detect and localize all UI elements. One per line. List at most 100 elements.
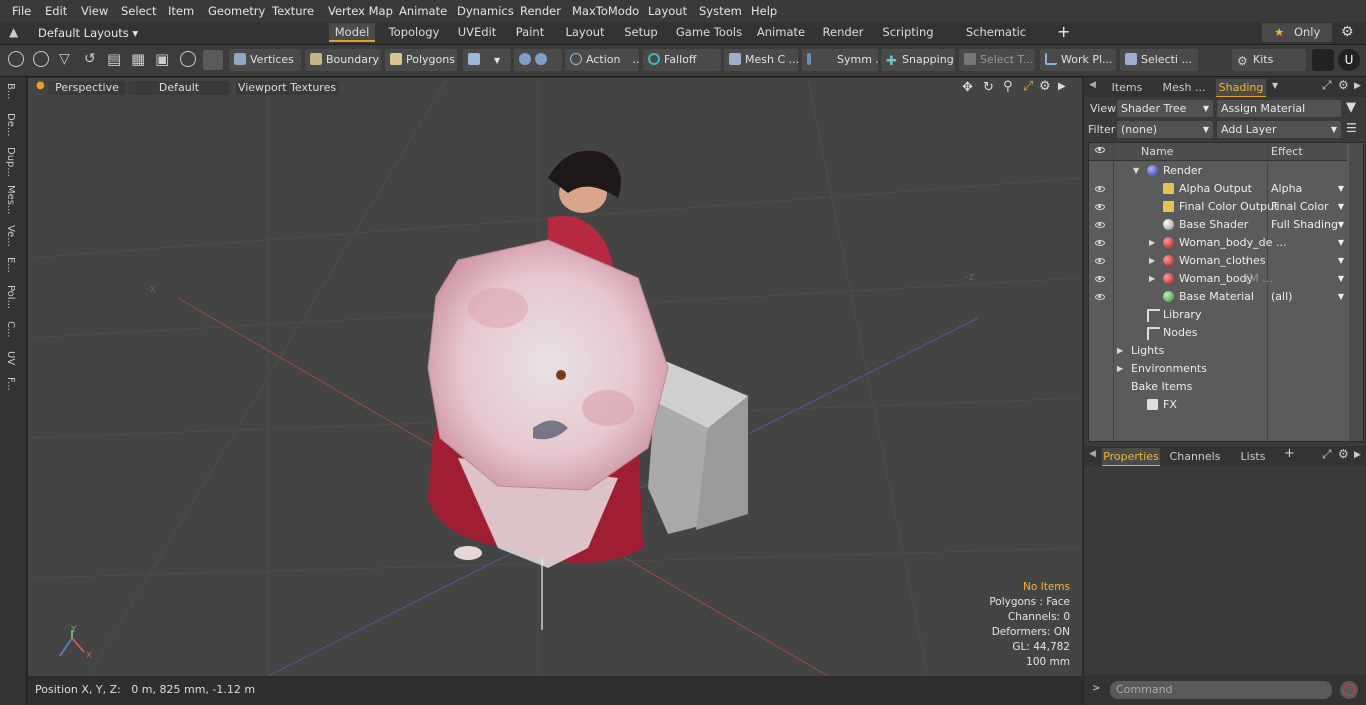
- effect-dropdown-icon[interactable]: ▼: [1338, 198, 1344, 216]
- tab-items[interactable]: Items: [1104, 79, 1150, 96]
- unreal-icon[interactable]: U: [1338, 49, 1360, 71]
- zoom-icon[interactable]: ⚲: [1003, 79, 1013, 94]
- effect-dropdown-icon[interactable]: ▼: [1338, 234, 1344, 252]
- lasso-icon[interactable]: ↺: [84, 51, 96, 67]
- visibility-eye-icon[interactable]: [1095, 240, 1105, 246]
- left-tab-duplicate[interactable]: Dup...: [5, 147, 16, 177]
- shader-item-effect[interactable]: Full Shading: [1271, 216, 1338, 234]
- menu-view[interactable]: View: [81, 4, 108, 18]
- item-mode-icon[interactable]: [203, 50, 223, 70]
- visibility-eye-icon[interactable]: [1095, 222, 1105, 228]
- orbit-icon[interactable]: ↻: [983, 80, 994, 95]
- collapse-icon[interactable]: ▲: [9, 25, 18, 39]
- effect-dropdown-icon[interactable]: ▼: [1338, 216, 1344, 234]
- perspective-button[interactable]: Perspective: [48, 81, 126, 95]
- left-tab-vertex[interactable]: Ve...: [5, 225, 16, 247]
- left-tab-fusion[interactable]: F...: [5, 377, 16, 391]
- effect-dropdown-icon[interactable]: ▼: [1338, 288, 1344, 306]
- add-layer-dropdown[interactable]: Add Layer ▼: [1217, 121, 1341, 138]
- expand-toggle-icon[interactable]: ▶: [1149, 234, 1155, 252]
- select-mode-icon[interactable]: [8, 51, 24, 67]
- left-tab-polygon[interactable]: Pol...: [5, 285, 16, 309]
- vertices-button[interactable]: Vertices: [229, 49, 301, 71]
- visibility-eye-icon[interactable]: [1095, 204, 1105, 210]
- shader-tree-row[interactable]: ▶ Woman_clothes( ... ▼: [1089, 252, 1347, 270]
- expand-toggle-icon[interactable]: ▶: [1149, 270, 1155, 288]
- expand-toggle-icon[interactable]: ▶: [1117, 360, 1123, 378]
- material-mode-button[interactable]: ▼: [463, 49, 511, 71]
- left-tab-curve[interactable]: C...: [5, 321, 16, 338]
- menu-render[interactable]: Render: [520, 4, 561, 18]
- shader-tree-row[interactable]: Final Color Output Final Color ▼: [1089, 198, 1347, 216]
- shader-tree-row[interactable]: Base Shader Full Shading ▼: [1089, 216, 1347, 234]
- action-button[interactable]: Action...: [565, 49, 639, 71]
- menu-system[interactable]: System: [699, 4, 742, 18]
- shader-tree-row[interactable]: ▶ Woman_body_de ... ▼: [1089, 234, 1347, 252]
- shader-tree-row[interactable]: Bake Items: [1089, 378, 1347, 396]
- shader-tree-row[interactable]: FX: [1089, 396, 1347, 414]
- menu-dynamics[interactable]: Dynamics: [457, 4, 514, 18]
- panel-gear-icon[interactable]: ⚙: [1338, 78, 1349, 92]
- tab-model[interactable]: Model: [329, 23, 375, 42]
- shader-tree-row[interactable]: ▶ Woman_body (M ... ▼: [1089, 270, 1347, 288]
- symmetry-mode-button[interactable]: [514, 49, 562, 71]
- parasol-object[interactable]: [427, 239, 669, 491]
- tab-paint[interactable]: Paint: [511, 23, 549, 42]
- tab-shading[interactable]: Shading: [1216, 79, 1266, 97]
- tab-uvedit[interactable]: UVEdit: [453, 23, 501, 42]
- shader-tree-row[interactable]: Base Material (all) ▼: [1089, 288, 1347, 306]
- symmetry-button[interactable]: Symm ...: [802, 49, 878, 71]
- menu-layout[interactable]: Layout: [648, 4, 687, 18]
- shader-tree-row[interactable]: Library: [1089, 306, 1347, 324]
- falloff-button[interactable]: Falloff: [643, 49, 721, 71]
- left-tab-deform[interactable]: De...: [5, 113, 16, 136]
- viewport-textures-button[interactable]: Viewport Textures: [236, 81, 338, 95]
- menu-geometry[interactable]: Geometry: [208, 4, 265, 18]
- rotate-icon[interactable]: [180, 51, 196, 67]
- unity-icon[interactable]: [1312, 49, 1334, 71]
- menu-item[interactable]: Item: [168, 4, 194, 18]
- shader-tree-row[interactable]: ▼ Render: [1089, 162, 1347, 180]
- shader-item-effect[interactable]: Alpha: [1271, 180, 1302, 198]
- properties-gear-icon[interactable]: ⚙: [1338, 447, 1349, 461]
- tab-scripting[interactable]: Scripting: [878, 23, 938, 42]
- viewport-menu-arrow-icon[interactable]: ▶: [1058, 81, 1066, 92]
- pan-icon[interactable]: ✥: [962, 80, 973, 95]
- menu-maxtomodo[interactable]: MaxToModo: [572, 4, 639, 18]
- properties-arrow-icon[interactable]: ▶: [1354, 450, 1361, 460]
- tab-mesh[interactable]: Mesh ...: [1156, 79, 1212, 96]
- maximize-icon[interactable]: ⤢: [1023, 79, 1033, 94]
- polygons-button[interactable]: Polygons: [385, 49, 457, 71]
- shader-tree-row[interactable]: Nodes: [1089, 324, 1347, 342]
- snap-square-icon[interactable]: ▣: [155, 50, 169, 68]
- layouts-dropdown[interactable]: Default Layouts ▾: [38, 26, 138, 40]
- visibility-eye-icon[interactable]: [1095, 258, 1105, 264]
- view-dropdown[interactable]: Shader Tree ▼: [1117, 100, 1213, 117]
- align-icon[interactable]: ▤: [107, 50, 121, 68]
- snapping-button[interactable]: ✚ Snapping: [881, 49, 955, 71]
- tab-render[interactable]: Render: [818, 23, 868, 42]
- properties-pin-icon[interactable]: ◀: [1089, 449, 1096, 459]
- tab-setup[interactable]: Setup: [620, 23, 662, 42]
- expand-toggle-icon[interactable]: ▶: [1117, 342, 1123, 360]
- column-name-header[interactable]: Name: [1141, 145, 1173, 158]
- shader-tree-scrollbar[interactable]: [1349, 143, 1363, 441]
- add-tab-icon[interactable]: +: [1057, 22, 1070, 41]
- selection-sets-button[interactable]: Selecti ...: [1120, 49, 1198, 71]
- menu-edit[interactable]: Edit: [45, 4, 67, 18]
- gear-icon[interactable]: ⚙: [1341, 24, 1354, 40]
- only-toggle[interactable]: ★ Only: [1262, 23, 1332, 42]
- menu-file[interactable]: File: [12, 4, 31, 18]
- add-panel-tab-icon[interactable]: +: [1284, 446, 1295, 461]
- effect-dropdown-icon[interactable]: ▼: [1338, 180, 1344, 198]
- left-tab-basic[interactable]: B...: [5, 83, 16, 99]
- tab-schematic-fusion[interactable]: Schematic Fusion: [949, 23, 1043, 58]
- shader-tree-row[interactable]: ▶ Environments: [1089, 360, 1347, 378]
- panel-maximize-icon[interactable]: ⤢: [1322, 78, 1332, 93]
- panel-pin-icon[interactable]: ◀: [1089, 80, 1096, 90]
- left-tab-mesh[interactable]: Mes...: [5, 185, 16, 215]
- boundary-button[interactable]: Boundary: [305, 49, 381, 71]
- menu-select[interactable]: Select: [121, 4, 156, 18]
- visibility-eye-icon[interactable]: [1095, 276, 1105, 282]
- column-effect-header[interactable]: Effect: [1271, 145, 1303, 158]
